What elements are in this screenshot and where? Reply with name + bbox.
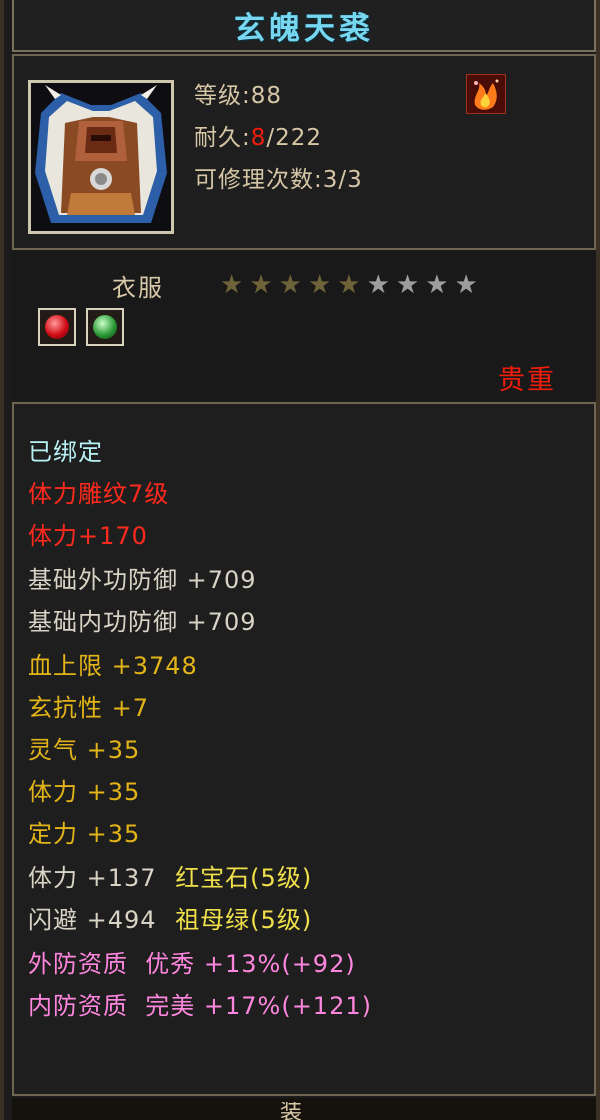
star-icon: ★ (454, 270, 478, 300)
stat-line: 体力雕纹7级 (28, 480, 170, 508)
star-icon: ★ (307, 270, 332, 300)
star-icon: ★ (425, 270, 449, 300)
item-repair-count: 可修理次数:3/3 (194, 167, 363, 193)
item-category: 衣服 (112, 274, 164, 302)
gem-name: 祖母绿(5级) (175, 906, 313, 934)
item-durability: 耐久:8/222 (194, 118, 322, 152)
item-name: 玄魄天裘 (234, 10, 374, 47)
ruby-gem-icon (45, 315, 69, 339)
stat-line: 基础内功防御 +709 (28, 608, 257, 636)
gem-stat-line: 体力 +137 红宝石(5级) (28, 858, 312, 893)
gem-stat-value: 体力 +137 (28, 864, 157, 892)
item-level: 等级:88 (194, 83, 283, 109)
stat-line: 灵气 +35 (28, 736, 141, 764)
title-bar: 玄魄天裘 (12, 0, 596, 52)
stat-line: 玄抗性 +7 (28, 694, 150, 722)
star-icon: ★ (337, 270, 361, 300)
footer-label: 装 (280, 1102, 303, 1120)
star-icon: ★ (366, 270, 390, 300)
stats-panel: 已绑定 体力雕纹7级 体力+170 基础外功防御 +709 基础内功防御 +70… (12, 402, 596, 1096)
item-header-panel: 等级:88 耐久:8/222 可修理次数:3/3 (12, 54, 596, 250)
star-icon: ★ (249, 270, 273, 300)
fire-element-icon (467, 75, 505, 113)
stat-line: 血上限 +3748 (28, 652, 198, 680)
star-icon: ★ (278, 270, 302, 300)
gem-stat-value: 闪避 +494 (28, 906, 157, 934)
gem-slot-emerald[interactable] (86, 308, 124, 346)
stat-line: 体力 +35 (28, 778, 141, 806)
star-rating: ★ ★ ★ ★ ★ ★ ★ ★ ★ (220, 272, 478, 298)
emerald-gem-icon (93, 315, 117, 339)
bottom-strip: 装 (12, 1098, 596, 1120)
fur-armor-portrait-icon (31, 83, 171, 231)
gem-slot-ruby[interactable] (38, 308, 76, 346)
durability-max: /222 (266, 125, 323, 151)
item-tooltip: 玄魄天裘 等级:88 耐久:8/222 可修理次数:3/3 衣服 ★ ★ ★ ★… (0, 0, 600, 1120)
gem-stat-line: 闪避 +494 祖母绿(5级) (28, 900, 312, 935)
quality-line: 外防资质 优秀 +13%(+92) (28, 950, 356, 978)
element-badge (466, 74, 506, 114)
bound-status: 已绑定 (28, 438, 103, 466)
star-icon: ★ (395, 270, 420, 300)
durability-current: 8 (250, 125, 267, 151)
item-portrait (28, 80, 174, 234)
item-rarity: 贵重 (498, 365, 556, 396)
quality-line: 内防资质 完美 +17%(+121) (28, 992, 372, 1020)
stat-line: 体力+170 (28, 522, 148, 550)
gem-name: 红宝石(5级) (175, 864, 313, 892)
stat-line: 定力 +35 (28, 820, 141, 848)
item-attributes-panel: 衣服 ★ ★ ★ ★ ★ ★ ★ ★ ★ 贵重 (12, 252, 596, 400)
stat-line: 基础外功防御 +709 (28, 566, 257, 594)
star-icon: ★ (220, 270, 244, 300)
durability-label: 耐久: (194, 125, 251, 151)
